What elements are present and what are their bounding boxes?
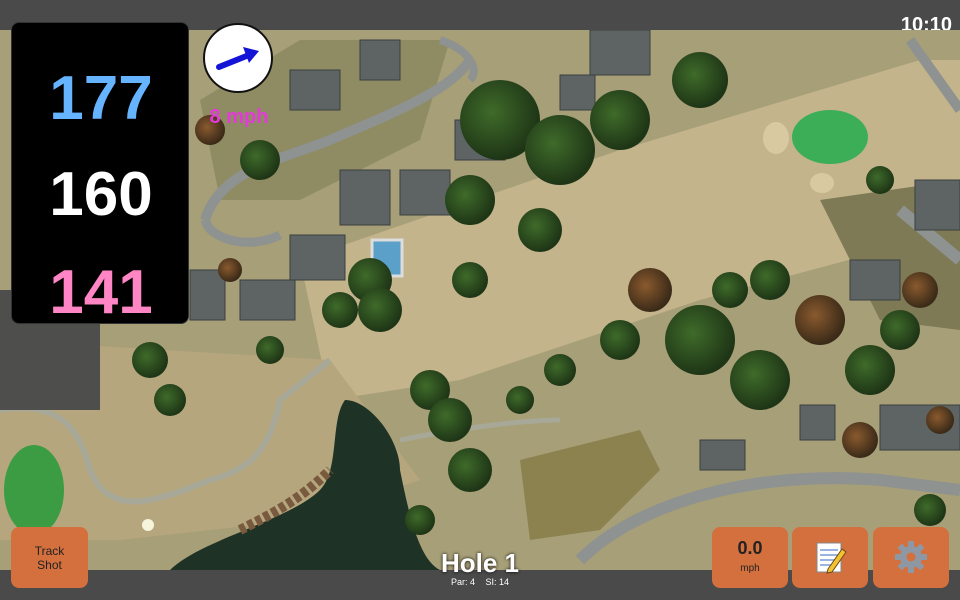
- hole-stroke-index: SI: 14: [485, 577, 510, 587]
- middle-distance: 160: [49, 160, 153, 229]
- distance-panel[interactable]: 177 160 141: [11, 22, 189, 327]
- wind-direction-arrow-icon: [216, 47, 259, 70]
- speed-unit: mph: [740, 563, 760, 574]
- track-shot-label-line2: Shot: [37, 558, 62, 572]
- hole-par: Par: 4: [450, 577, 475, 587]
- speed-button[interactable]: 0.0 mph: [712, 527, 788, 588]
- wind-speed: 8 mph: [209, 106, 269, 128]
- front-distance: 141: [49, 258, 153, 327]
- notepad-icon: [816, 542, 847, 574]
- gear-icon: [895, 541, 927, 573]
- back-distance: 177: [49, 64, 153, 133]
- notes-button[interactable]: [792, 527, 868, 588]
- track-shot-label-line1: Track: [34, 544, 65, 558]
- speed-value: 0.0: [737, 538, 763, 558]
- track-shot-button[interactable]: Track Shot: [11, 527, 88, 588]
- wind-indicator: [203, 23, 273, 93]
- hole-title: Hole 1: [440, 548, 520, 578]
- hole-info: Par: 4 SI: 14: [400, 577, 560, 587]
- settings-button[interactable]: [873, 527, 949, 588]
